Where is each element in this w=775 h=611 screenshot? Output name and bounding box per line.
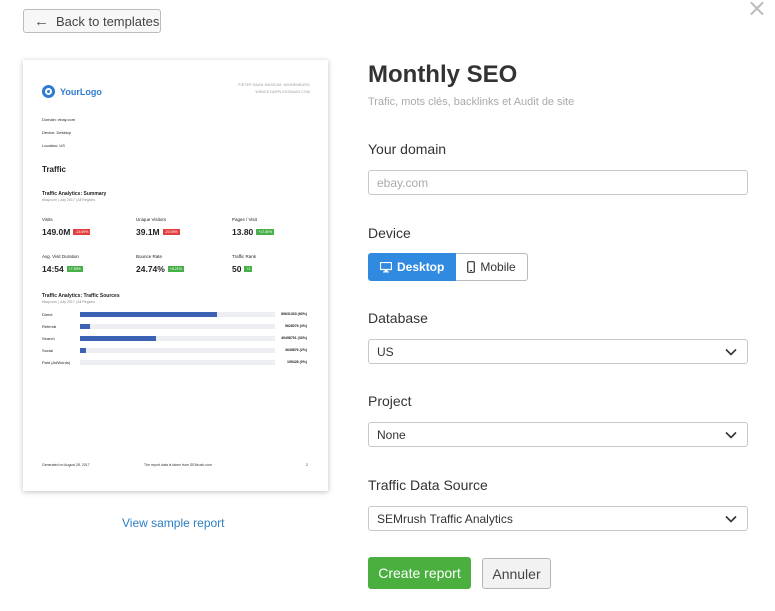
metric-change: -15.69% xyxy=(73,229,91,235)
source-fill xyxy=(80,347,86,353)
traffic-source-label: Traffic Data Source xyxy=(368,477,488,493)
source-label: Referral xyxy=(42,323,57,329)
metric-value: 14:54 xyxy=(42,264,64,274)
preview-address: PIETER BAAN MUSEUM, WINNENBURG WWW.EXAMP… xyxy=(238,82,310,96)
phone-icon xyxy=(467,261,476,273)
metric-value: 149.0M xyxy=(42,227,71,237)
device-toggle: Desktop Mobile xyxy=(368,253,528,281)
metric-value: 13.80 xyxy=(232,227,254,237)
logo-icon xyxy=(42,85,55,98)
preview-section-title: Traffic xyxy=(42,165,67,174)
source-fill xyxy=(80,311,217,317)
metric-value: 39.1M xyxy=(136,227,160,237)
back-to-templates-button[interactable]: ← Back to templates xyxy=(23,9,161,33)
sources-title: Traffic Analytics: Traffic Sources xyxy=(42,293,120,299)
address-line: WWW.EXAMPLEDOMAIN.COM xyxy=(255,90,310,94)
source-row: Search 49498751 (33%) xyxy=(42,335,307,341)
metric-value: 50 xyxy=(232,264,242,274)
source-label: Search xyxy=(42,335,55,341)
traffic-source-value: SEMrush Traffic Analytics xyxy=(377,511,513,526)
source-row: Referral 5628076 (4%) xyxy=(42,323,307,329)
traffic-source-select[interactable]: SEMrush Traffic Analytics xyxy=(368,506,748,531)
preview-footer-date: Generated on August 28, 2017 xyxy=(42,463,90,467)
metric-value: 24.74% xyxy=(136,264,165,274)
source-label: Direct xyxy=(42,311,53,317)
arrow-left-icon: ← xyxy=(34,12,49,30)
metric-change: +1 xyxy=(244,266,253,272)
source-row: Paid (AdWords) 195428 (0%) xyxy=(42,359,307,365)
close-icon[interactable]: × xyxy=(747,0,767,22)
summary-sub: ebay.com | July 2017 | All Regions xyxy=(42,198,96,202)
domain-input[interactable]: ebay.com xyxy=(368,170,748,195)
source-fill xyxy=(80,323,90,329)
preview-domain: Domain: ebay.com xyxy=(42,117,76,122)
source-value: 5628076 (4%) xyxy=(285,324,307,328)
page-subtitle: Trafic, mots clés, backlinks et Audit de… xyxy=(368,96,575,108)
preview-footer-source: The report data is taken from SEMrush.co… xyxy=(144,463,212,467)
project-select[interactable]: None xyxy=(368,422,748,447)
create-report-button[interactable]: Create report xyxy=(368,557,471,589)
metric: Pages / Visit 13.80 +17.80% xyxy=(232,217,322,237)
metric-change: +17.80% xyxy=(256,229,275,235)
project-label: Project xyxy=(368,393,412,409)
database-select[interactable]: US xyxy=(368,339,748,364)
device-mobile-label: Mobile xyxy=(480,260,516,274)
metric-change: +6.21% xyxy=(167,266,184,272)
source-row: Direct 89631303 (60%) xyxy=(42,311,307,317)
device-desktop-label: Desktop xyxy=(397,260,445,274)
database-value: US xyxy=(377,344,394,359)
source-row: Social 3645876 (2%) xyxy=(42,347,307,353)
device-label: Device xyxy=(368,225,411,241)
metric-label: Avg. Visit Duration xyxy=(42,254,79,259)
metric-label: Unique Visitors xyxy=(136,217,167,222)
view-sample-report-link[interactable]: View sample report xyxy=(122,516,225,530)
address-line: PIETER BAAN MUSEUM, WINNENBURG xyxy=(238,83,310,87)
source-value: 49498751 (33%) xyxy=(281,336,307,340)
source-label: Social xyxy=(42,347,53,353)
source-value: 195428 (0%) xyxy=(286,360,307,364)
source-value: 3645876 (2%) xyxy=(285,348,307,352)
sources-sub: ebay.com | July 2017 | All Regions xyxy=(42,300,96,304)
metric-label: Traffic Rank xyxy=(232,254,257,259)
preview-page-number: 2 xyxy=(306,463,308,467)
summary-title: Traffic Analytics: Summary xyxy=(42,191,107,197)
project-value: None xyxy=(377,427,406,442)
metric-label: Visits xyxy=(42,217,53,222)
preview-device: Device: Desktop xyxy=(42,130,72,135)
metric: Traffic Rank 50 +1 xyxy=(232,254,322,274)
chevron-down-icon xyxy=(725,429,737,443)
device-mobile-button[interactable]: Mobile xyxy=(456,253,528,281)
source-value: 89631303 (60%) xyxy=(281,312,307,316)
source-label: Paid (AdWords) xyxy=(42,359,71,365)
preview-location: Location: US xyxy=(42,143,65,148)
domain-label: Your domain xyxy=(368,141,447,157)
source-fill xyxy=(80,335,157,341)
chevron-down-icon xyxy=(725,513,737,527)
cancel-button[interactable]: Annuler xyxy=(482,558,551,589)
metric-label: Pages / Visit xyxy=(232,217,257,222)
metric: Visits 149.0M -15.69% xyxy=(42,217,132,237)
logo-text: YourLogo xyxy=(60,86,102,97)
metric: Bounce Rate 24.74% +6.21% xyxy=(136,254,226,274)
monitor-icon xyxy=(380,261,392,273)
metric-label: Bounce Rate xyxy=(136,254,163,259)
report-preview: YourLogo PIETER BAAN MUSEUM, WINNENBURG … xyxy=(23,60,328,491)
back-button-label: Back to templates xyxy=(56,13,160,29)
metric-change: +7.59% xyxy=(66,266,83,272)
device-desktop-button[interactable]: Desktop xyxy=(368,253,457,281)
preview-logo: YourLogo xyxy=(42,85,102,98)
metric-change: -20.59% xyxy=(162,229,180,235)
chevron-down-icon xyxy=(725,346,737,360)
metric: Unique Visitors 39.1M -20.59% xyxy=(136,217,226,237)
page-title: Monthly SEO xyxy=(368,61,518,88)
database-label: Database xyxy=(368,310,428,326)
metric: Avg. Visit Duration 14:54 +7.59% xyxy=(42,254,132,274)
